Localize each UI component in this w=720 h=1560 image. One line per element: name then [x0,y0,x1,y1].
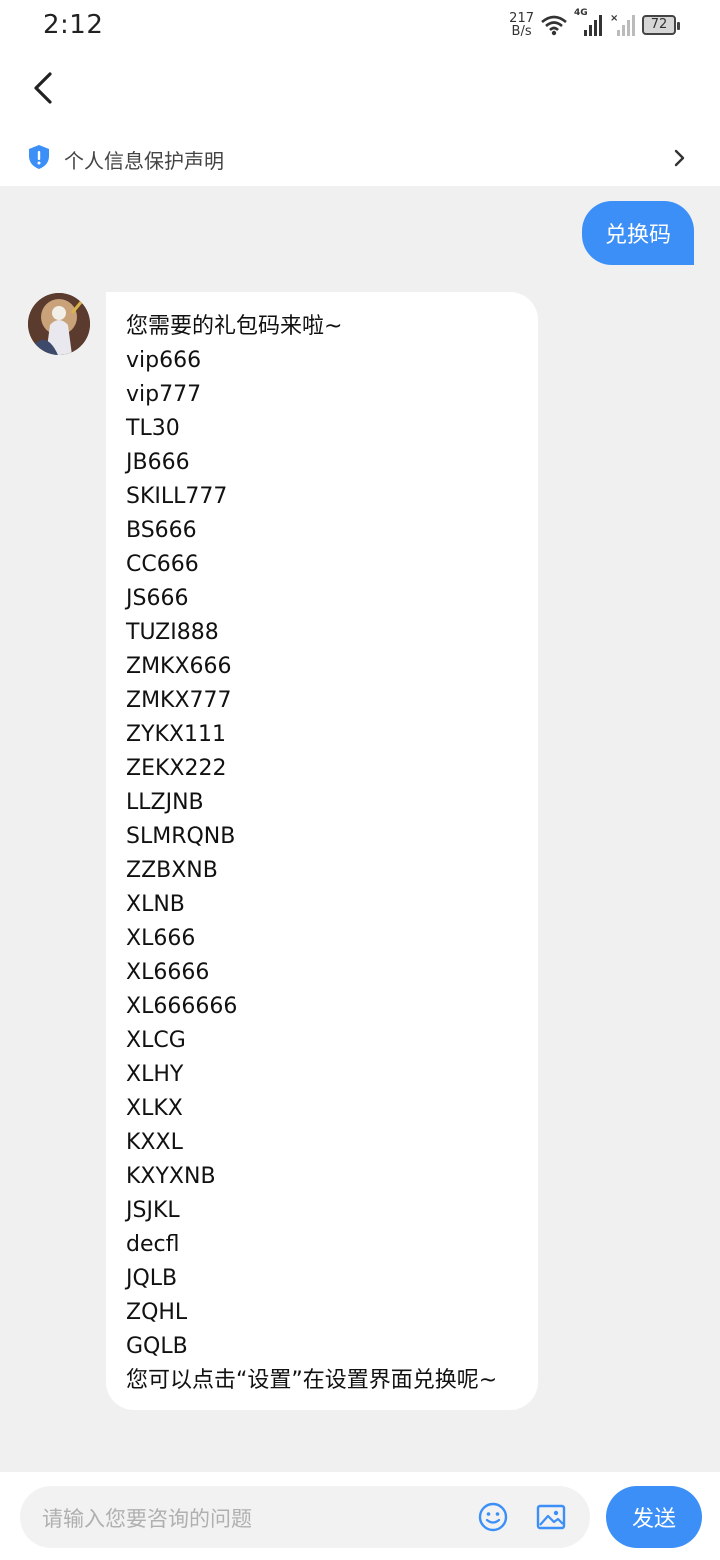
input-bar: 请输入您要咨询的问题 发送 [0,1472,720,1560]
cellular-signal-icon: 4G [574,8,604,38]
gift-code-line: decfl [126,1232,180,1257]
image-icon[interactable] [536,1502,566,1532]
header: 个人信息保护声明 [0,54,720,186]
gift-code-line: SKILL777 [126,484,228,509]
bot-message-line: 您需要的礼包码来啦~ [126,314,343,339]
gift-code-line: ZQHL [126,1300,188,1325]
back-button[interactable] [26,68,66,108]
gift-code-line: ZYKX111 [126,722,226,747]
gift-code-line: KXXL [126,1130,183,1155]
gift-code-line: CC666 [126,552,199,577]
gift-code-line: XL666 [126,926,196,951]
emoji-icon[interactable] [478,1502,508,1532]
bot-message-bubble: 您需要的礼包码来啦~ vip666 vip777 TL30 JB666 SKIL… [106,292,538,1410]
gift-code-line: XLNB [126,892,185,917]
gift-code-line: GQLB [126,1334,188,1359]
status-time: 2:12 [43,10,104,40]
gift-code-line: vip666 [126,348,202,373]
gift-code-line: KXYXNB [126,1164,216,1189]
gift-code-line: ZZBXNB [126,858,218,883]
gift-code-line: XLKX [126,1096,183,1121]
chevron-right-icon [674,149,685,167]
send-button[interactable]: 发送 [606,1486,702,1548]
gift-code-line: JS666 [126,586,189,611]
status-bar: 2:12 217 B/s 4G × 72 [0,0,720,54]
question-input[interactable]: 请输入您要咨询的问题 [20,1486,590,1548]
gift-code-line: ZMKX777 [126,688,232,713]
status-icons: 217 B/s 4G × 72 [509,8,680,40]
wifi-icon [541,15,567,36]
gift-code-line: JSJKL [126,1198,180,1223]
gift-code-line: XLHY [126,1062,184,1087]
user-message-bubble: 兑换码 [582,201,694,265]
privacy-statement-label: 个人信息保护声明 [64,149,224,173]
gift-code-line: TL30 [126,416,180,441]
privacy-statement-row[interactable]: 个人信息保护声明 [0,132,720,186]
gift-code-line: TUZI888 [126,620,219,645]
avatar-image [28,293,90,355]
gift-code-line: SLMRQNB [126,824,236,849]
gift-code-line: XLCG [126,1028,186,1053]
input-placeholder: 请输入您要咨询的问题 [42,1507,252,1531]
gift-code-line: ZMKX666 [126,654,232,679]
gift-code-line: JQLB [126,1266,178,1291]
bot-avatar [28,293,90,355]
net-speed: 217 B/s [509,12,534,38]
net-speed-unit: B/s [511,24,532,39]
shield-icon [29,145,49,169]
battery-icon: 72 [642,15,680,35]
gift-code-line: vip777 [126,382,202,407]
gift-code-line: XL6666 [126,960,210,985]
gift-code-line: LLZJNB [126,790,204,815]
svg-text:×: × [610,13,618,24]
gift-code-line: BS666 [126,518,197,543]
gift-code-line: ZEKX222 [126,756,227,781]
bot-message-line: 您可以点击“设置”在设置界面兑换呢~ [126,1368,498,1393]
gift-code-line: JB666 [126,450,190,475]
no-signal-icon: × [610,13,635,36]
gift-code-line: XL666666 [126,994,238,1019]
